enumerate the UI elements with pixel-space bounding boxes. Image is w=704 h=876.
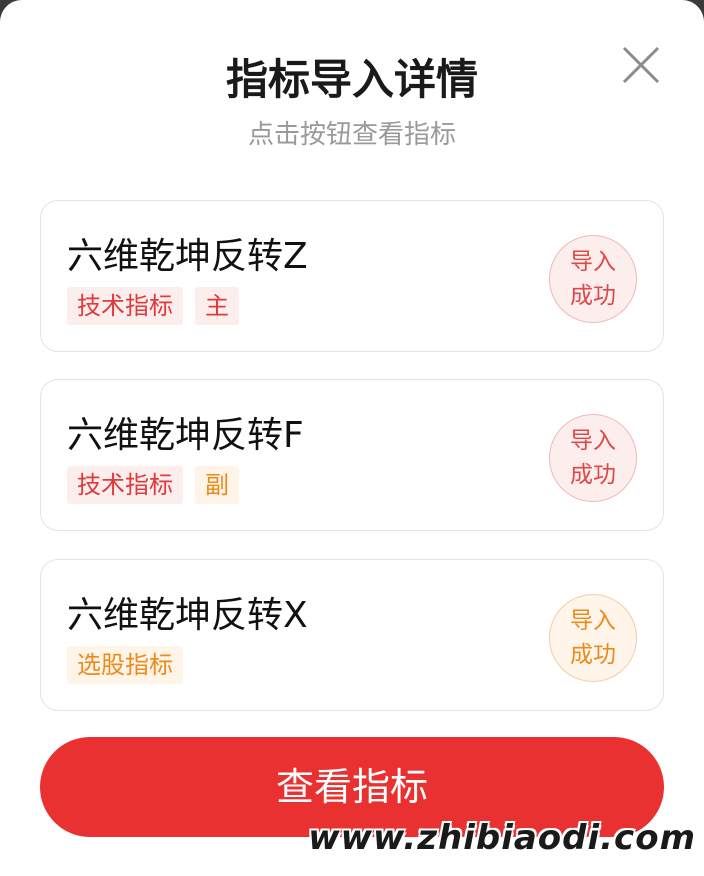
dialog-subtitle: 点击按钮查看指标 [247,120,456,150]
tag-type: 选股指标 [67,646,183,684]
tag-type: 技术指标 [67,287,183,325]
stamp-line-1: 导入 [570,608,616,634]
import-success-stamp: 导入 成功 [549,235,637,323]
stamp-line-2: 成功 [570,462,616,488]
indicator-card[interactable]: 六维乾坤反转X 选股指标 导入 成功 [40,559,664,711]
tag-position: 主 [195,287,239,325]
indicator-card[interactable]: 六维乾坤反转F 技术指标 副 导入 成功 [40,379,664,531]
import-success-stamp: 导入 成功 [549,414,637,502]
indicator-name: 六维乾坤反转Z [67,236,308,277]
import-details-dialog: 指标导入详情 点击按钮查看指标 六维乾坤反转Z 技术指标 主 导入 成功 六维乾… [0,0,704,876]
dialog-title: 指标导入详情 [225,55,478,104]
indicator-tags: 选股指标 [67,646,183,684]
import-success-stamp: 导入 成功 [549,594,637,682]
tag-position: 副 [195,466,239,504]
indicator-name: 六维乾坤反转F [67,415,304,456]
watermark-text: www.zhibiaodi.com [308,818,696,858]
stamp-line-2: 成功 [570,283,616,309]
indicator-name: 六维乾坤反转X [67,595,308,636]
close-icon[interactable] [616,40,666,90]
indicator-tags: 技术指标 副 [67,466,239,504]
stamp-line-1: 导入 [570,249,616,275]
indicator-card[interactable]: 六维乾坤反转Z 技术指标 主 导入 成功 [40,200,664,352]
stamp-line-1: 导入 [570,428,616,454]
tag-type: 技术指标 [67,466,183,504]
stamp-line-2: 成功 [570,642,616,668]
indicator-tags: 技术指标 主 [67,287,239,325]
